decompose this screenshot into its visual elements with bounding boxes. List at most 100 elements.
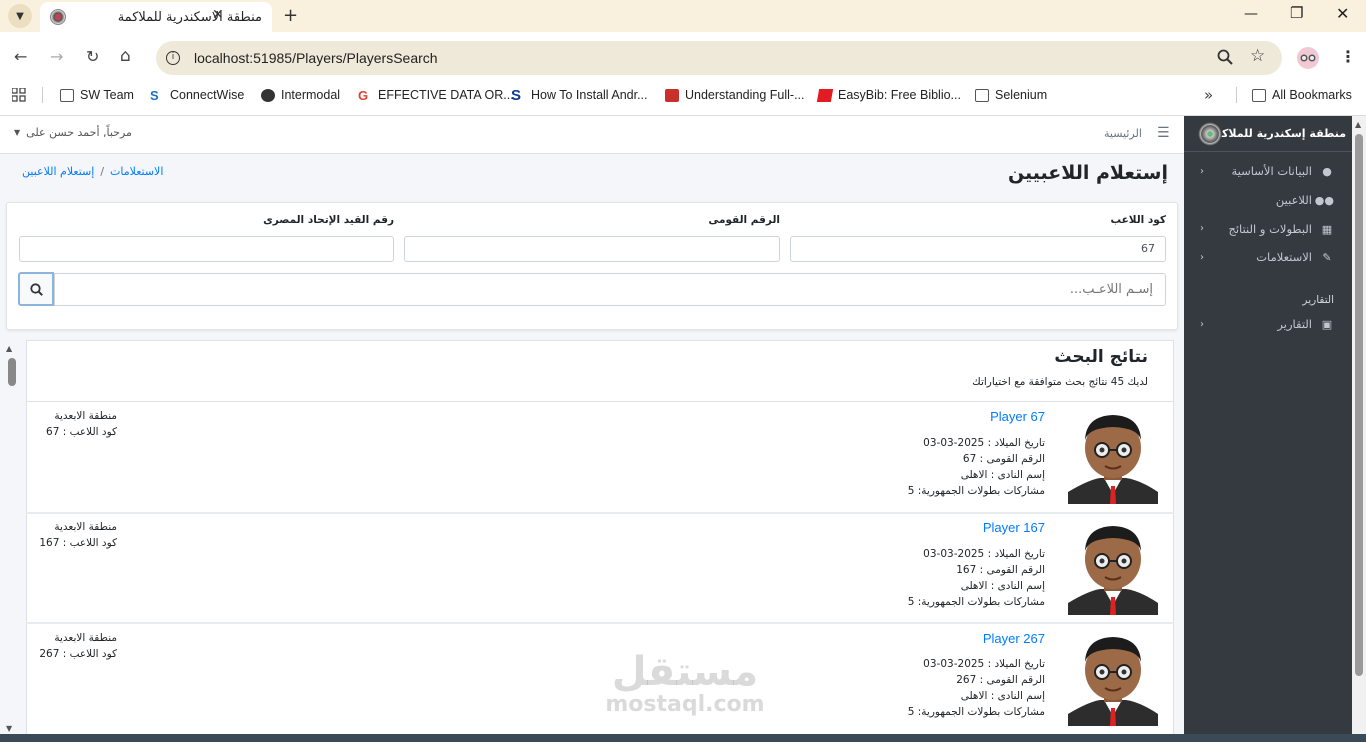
search-button[interactable] bbox=[18, 272, 54, 306]
national-id-input[interactable] bbox=[404, 236, 780, 262]
breadcrumb-current[interactable]: إستعلام اللاعبين bbox=[22, 165, 94, 178]
player-national-id: الرقم القومى : 167 bbox=[956, 564, 1045, 576]
player-avatar bbox=[1068, 526, 1158, 615]
bookmark-understanding[interactable]: Understanding Full-... bbox=[665, 88, 805, 102]
sidebar-toggle-icon[interactable]: ☰ bbox=[1157, 125, 1170, 141]
breadcrumb-queries[interactable]: الاستعلامات bbox=[110, 165, 163, 178]
bookmark-install-android[interactable]: S How To Install Andr... bbox=[511, 86, 648, 104]
brand-logo bbox=[1198, 122, 1222, 146]
folder-icon bbox=[60, 88, 74, 102]
bookmark-sw-team[interactable]: SW Team bbox=[60, 88, 134, 102]
browser-menu-icon[interactable]: ⋮ bbox=[1340, 47, 1356, 66]
bookmark-connectwise[interactable]: S ConnectWise bbox=[150, 88, 244, 102]
s-logo-icon: S bbox=[511, 86, 522, 104]
page-title: إستعلام اللاعبيين bbox=[1007, 162, 1168, 184]
federation-number-input[interactable] bbox=[19, 236, 394, 262]
player-avatar bbox=[1068, 637, 1158, 726]
site-favicon-icon bbox=[50, 9, 66, 25]
active-browser-tab[interactable]: منطقة الاسكندرية للملاكمة bbox=[40, 2, 272, 32]
player-name-link[interactable]: Player 67 bbox=[990, 409, 1045, 424]
new-tab-icon[interactable]: + bbox=[283, 5, 298, 26]
player-participations: مشاركات بطولات الجمهورية: 5 bbox=[907, 596, 1045, 608]
results-count: لديك 45 نتائج بحث متوافقة مع اختياراتك bbox=[972, 376, 1148, 388]
breadcrumb-separator: / bbox=[100, 165, 105, 178]
bookmarks-divider bbox=[42, 87, 43, 103]
top-navbar bbox=[0, 116, 1184, 154]
results-scrollbar-thumb[interactable] bbox=[8, 358, 16, 386]
bookmark-intermodal[interactable]: Intermodal bbox=[261, 88, 340, 102]
chevron-left-icon[interactable]: ‹ bbox=[1200, 223, 1204, 234]
apps-grid-icon[interactable] bbox=[12, 88, 26, 102]
back-icon[interactable]: ← bbox=[14, 47, 27, 66]
bookmark-selenium[interactable]: Selenium bbox=[975, 88, 1047, 102]
search-card bbox=[6, 202, 1178, 330]
sidebar-item-tournaments[interactable]: ▦ البطولات و النتائج bbox=[1228, 222, 1334, 236]
tab-search-dropdown-icon[interactable]: ▼ bbox=[8, 4, 32, 28]
brand-name: منطقة إسكندرية للملاكمة bbox=[1207, 127, 1346, 140]
player-code-input[interactable]: 67 bbox=[790, 236, 1166, 262]
sidebar-item-queries[interactable]: ✎ الاستعلامات bbox=[1256, 250, 1334, 264]
breadcrumb: إستعلام اللاعبين / الاستعلامات bbox=[22, 165, 163, 178]
player-dob: تاريخ الميلاد : 2025-03-03 bbox=[923, 658, 1045, 670]
folder-icon bbox=[975, 88, 989, 102]
tab-title: منطقة الاسكندرية للملاكمة bbox=[117, 9, 262, 25]
reload-icon[interactable]: ↻ bbox=[86, 47, 99, 66]
results-divider bbox=[26, 401, 1174, 402]
user-menu[interactable]: ▼ مرحباً, أحمد حسن على bbox=[14, 126, 132, 139]
result-row-divider bbox=[26, 512, 1174, 514]
folder-icon bbox=[1252, 88, 1266, 102]
watermark-arabic: مستقل bbox=[611, 649, 759, 695]
player-name-link[interactable]: Player 167 bbox=[983, 520, 1045, 535]
sidebar-item-reports[interactable]: ▣ التقارير bbox=[1277, 317, 1334, 331]
player-club: إسم النادى : الاهلى bbox=[960, 690, 1045, 702]
profile-avatar-icon[interactable] bbox=[1297, 47, 1319, 69]
bookmark-star-icon[interactable]: ☆ bbox=[1250, 46, 1265, 66]
player-avatar bbox=[1068, 415, 1158, 504]
bookmark-easybib[interactable]: EasyBib: Free Biblio... bbox=[816, 88, 961, 102]
player-dob: تاريخ الميلاد : 2025-03-03 bbox=[923, 548, 1045, 560]
caret-down-icon: ▼ bbox=[14, 128, 21, 137]
scroll-up-arrow-icon[interactable]: ▲ bbox=[1355, 120, 1361, 129]
bookmark-effective-data[interactable]: G EFFECTIVE DATA OR... bbox=[358, 88, 514, 102]
page-scrollbar-thumb[interactable] bbox=[1355, 134, 1363, 676]
close-tab-icon[interactable]: ✕ bbox=[212, 7, 224, 23]
player-participations: مشاركات بطولات الجمهورية: 5 bbox=[907, 706, 1045, 718]
sidebar-item-players[interactable]: ●● اللاعبين bbox=[1276, 193, 1334, 207]
all-bookmarks-folder[interactable]: All Bookmarks bbox=[1252, 88, 1352, 102]
restore-window-icon[interactable]: ❐ bbox=[1290, 4, 1303, 22]
users-icon: ●● bbox=[1314, 194, 1334, 207]
sidebar-item-basic-data[interactable]: ● البيانات الأساسية bbox=[1232, 164, 1335, 178]
site-info-icon[interactable]: i bbox=[166, 51, 180, 65]
chevron-left-icon[interactable]: ‹ bbox=[1200, 166, 1204, 177]
player-club: إسم النادى : الاهلى bbox=[960, 580, 1045, 592]
chevron-left-icon[interactable]: ‹ bbox=[1200, 319, 1204, 330]
dashboard-icon: ● bbox=[1322, 165, 1332, 178]
player-name-search-input[interactable]: إسـم اللاعـب... bbox=[54, 273, 1166, 306]
forward-icon[interactable]: → bbox=[50, 47, 63, 66]
national-id-label: الرقم القومى bbox=[708, 214, 780, 226]
globe-icon bbox=[261, 88, 275, 102]
minimize-icon[interactable]: — bbox=[1244, 6, 1258, 22]
address-bar[interactable]: i localhost:51985/Players/PlayersSearch bbox=[156, 41, 1282, 75]
close-window-icon[interactable]: ✕ bbox=[1336, 4, 1349, 23]
scroll-up-arrow-icon[interactable]: ▲ bbox=[6, 344, 12, 353]
chevron-left-icon[interactable]: ‹ bbox=[1200, 252, 1204, 263]
brand-link[interactable]: منطقة إسكندرية للملاكمة bbox=[1184, 116, 1352, 152]
connectwise-icon: S bbox=[150, 87, 159, 103]
document-icon bbox=[665, 88, 679, 102]
player-code: كود اللاعب : 167 bbox=[39, 537, 117, 549]
table-icon: ▦ bbox=[1321, 223, 1333, 236]
player-club: إسم النادى : الاهلى bbox=[960, 469, 1045, 481]
player-code: كود اللاعب : 267 bbox=[39, 648, 117, 660]
zoom-icon[interactable] bbox=[1217, 49, 1233, 65]
home-icon[interactable]: ⌂ bbox=[120, 46, 131, 66]
player-region: منطقة الابعدية bbox=[54, 632, 117, 644]
federation-number-label: رقم القيد الإتحاد المصرى bbox=[263, 214, 394, 226]
nav-home-link[interactable]: الرئيسية bbox=[1104, 127, 1142, 140]
scroll-down-arrow-icon[interactable]: ▼ bbox=[6, 724, 12, 733]
url-text[interactable]: localhost:51985/Players/PlayersSearch bbox=[194, 50, 438, 66]
more-bookmarks-chevron-icon[interactable]: » bbox=[1204, 86, 1213, 104]
player-name-link[interactable]: Player 267 bbox=[983, 631, 1045, 646]
watermark-latin: mostaql.com bbox=[605, 692, 765, 717]
sidebar-section-header: التقارير bbox=[1302, 294, 1334, 306]
